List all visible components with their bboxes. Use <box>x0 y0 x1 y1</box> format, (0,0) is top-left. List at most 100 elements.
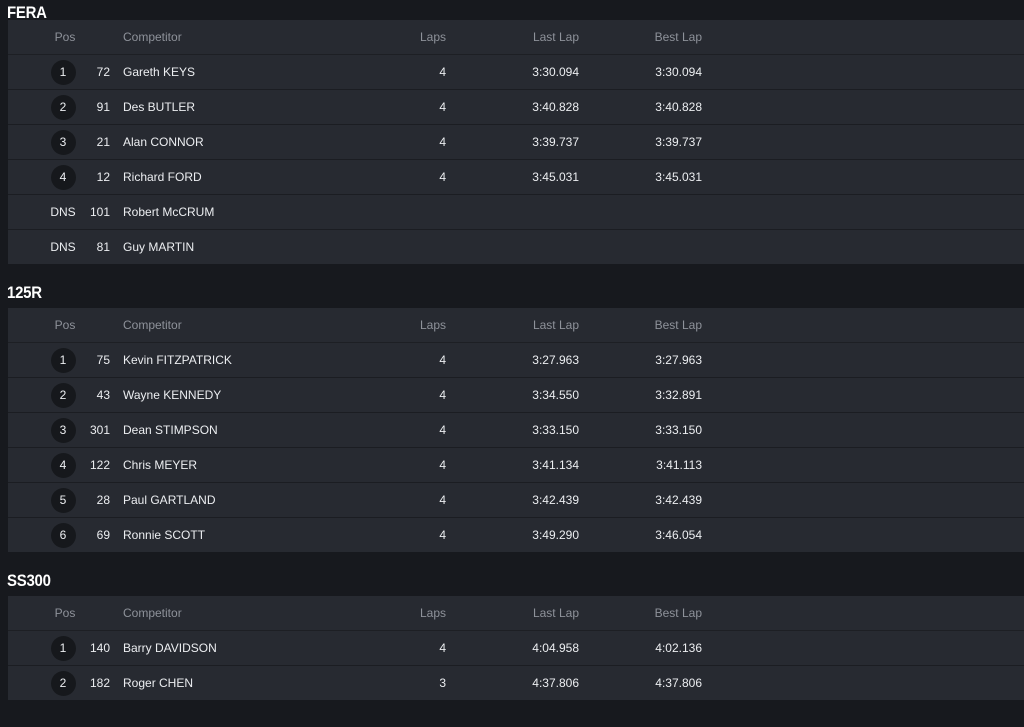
best-lap-time: 3:40.828 <box>655 100 702 114</box>
competitor-name[interactable]: Richard FORD <box>123 160 202 194</box>
column-header-last-lap[interactable]: Last Lap <box>508 20 579 54</box>
laps-value: 4 <box>439 353 446 367</box>
last-lap-time: 3:49.290 <box>532 528 579 542</box>
column-header-best-lap[interactable]: Best Lap <box>631 308 702 342</box>
table-row[interactable]: 3 301 Dean STIMPSON 4 3:33.150 3:33.150 <box>8 412 1024 447</box>
column-header-best-lap[interactable]: Best Lap <box>631 596 702 630</box>
table-row[interactable]: 4 122 Chris MEYER 4 3:41.134 3:41.113 <box>8 447 1024 482</box>
position-badge: 4 <box>50 164 76 190</box>
best-lap-time: 3:42.439 <box>655 493 702 507</box>
best-lap-time: 3:41.113 <box>656 458 702 472</box>
column-header-competitor[interactable]: Competitor <box>123 20 182 54</box>
last-lap-time: 3:41.134 <box>532 458 579 472</box>
table-row[interactable]: 2 43 Wayne KENNEDY 4 3:34.550 3:32.891 <box>8 377 1024 412</box>
position-cell: 4 <box>46 448 80 482</box>
competitor-name[interactable]: Roger CHEN <box>123 666 193 700</box>
last-lap-time <box>508 195 579 229</box>
best-lap-time: 4:02.136 <box>655 641 702 655</box>
competitor-name[interactable]: Robert McCRUM <box>123 195 214 229</box>
column-header-laps[interactable]: Laps <box>396 20 446 54</box>
competitor-name[interactable]: Gareth KEYS <box>123 55 195 89</box>
competitor-name[interactable]: Guy MARTIN <box>123 230 194 264</box>
laps-value: 4 <box>439 528 446 542</box>
competitor-name[interactable]: Chris MEYER <box>123 448 197 482</box>
laps-value: 3 <box>439 676 446 690</box>
best-lap-time: 3:39.737 <box>655 135 702 149</box>
column-header-last-lap[interactable]: Last Lap <box>508 596 579 630</box>
position-cell: 3 <box>46 125 80 159</box>
competitor-name[interactable]: Barry DAVIDSON <box>123 631 217 665</box>
position-badge: 4 <box>50 452 76 478</box>
competitor-name[interactable]: Kevin FITZPATRICK <box>123 343 232 377</box>
last-lap-time: 3:42.439 <box>532 493 579 507</box>
table-row[interactable]: 3 21 Alan CONNOR 4 3:39.737 3:39.737 <box>8 124 1024 159</box>
table-row[interactable]: 6 69 Ronnie SCOTT 4 3:49.290 3:46.054 <box>8 517 1024 552</box>
table-header: Pos Competitor Laps Last Lap Best Lap <box>8 308 1024 342</box>
laps-value: 4 <box>439 493 446 507</box>
last-lap-time: 3:45.031 <box>532 170 579 184</box>
table-row[interactable]: 2 182 Roger CHEN 3 4:37.806 4:37.806 <box>8 665 1024 700</box>
position-cell: 1 <box>46 631 80 665</box>
position-badge: 1 <box>50 59 76 85</box>
table-row[interactable]: DNS 81 Guy MARTIN <box>8 229 1024 264</box>
results-table: Pos Competitor Laps Last Lap Best Lap 1 140 Bar… <box>8 596 1024 700</box>
position-cell: DNS <box>46 195 80 229</box>
last-lap-time: 3:27.963 <box>532 353 579 367</box>
table-row[interactable]: 2 91 Des BUTLER 4 3:40.828 3:40.828 <box>8 89 1024 124</box>
position-cell: 3 <box>46 413 80 447</box>
table-row[interactable]: 1 140 Barry DAVIDSON 4 4:04.958 4:02.136 <box>8 630 1024 665</box>
table-header: Pos Competitor Laps Last Lap Best Lap <box>8 596 1024 630</box>
column-header-laps[interactable]: Laps <box>396 596 446 630</box>
table-row[interactable]: 1 75 Kevin FITZPATRICK 4 3:27.963 3:27.963 <box>8 342 1024 377</box>
column-header-best-lap[interactable]: Best Lap <box>631 20 702 54</box>
column-header-competitor[interactable]: Competitor <box>123 308 182 342</box>
competitor-name[interactable]: Des BUTLER <box>123 90 195 124</box>
race-number: 122 <box>89 458 110 472</box>
race-number: 75 <box>96 353 110 367</box>
last-lap-time: 3:40.828 <box>532 100 579 114</box>
position-cell: 2 <box>46 90 80 124</box>
table-row[interactable]: 5 28 Paul GARTLAND 4 3:42.439 3:42.439 <box>8 482 1024 517</box>
competitor-name[interactable]: Paul GARTLAND <box>123 483 215 517</box>
table-header: Pos Competitor Laps Last Lap Best Lap <box>8 20 1024 54</box>
competitor-name[interactable]: Ronnie SCOTT <box>123 518 205 552</box>
column-header-pos[interactable]: Pos <box>48 308 82 342</box>
section-title: 125R <box>7 283 42 302</box>
column-header-laps[interactable]: Laps <box>396 308 446 342</box>
last-lap-time <box>508 230 579 264</box>
laps-value: 4 <box>439 100 446 114</box>
laps-value <box>396 230 446 264</box>
position-status: DNS <box>50 205 76 219</box>
position-cell: 5 <box>46 483 80 517</box>
table-row[interactable]: DNS 101 Robert McCRUM <box>8 194 1024 229</box>
column-header-last-lap[interactable]: Last Lap <box>508 308 579 342</box>
position-cell: 2 <box>46 666 80 700</box>
best-lap-time: 3:45.031 <box>655 170 702 184</box>
race-number: 182 <box>89 676 110 690</box>
race-number: 140 <box>89 641 110 655</box>
position-badge: 3 <box>50 417 76 443</box>
column-header-competitor[interactable]: Competitor <box>123 596 182 630</box>
competitor-name[interactable]: Dean STIMPSON <box>123 413 218 447</box>
best-lap-time: 3:46.054 <box>655 528 702 542</box>
last-lap-time: 3:34.550 <box>532 388 579 402</box>
best-lap-time: 4:37.806 <box>655 676 702 690</box>
laps-value: 4 <box>439 458 446 472</box>
position-badge: 6 <box>50 522 76 548</box>
position-badge: 1 <box>50 635 76 661</box>
competitor-name[interactable]: Wayne KENNEDY <box>123 378 221 412</box>
table-row[interactable]: 4 12 Richard FORD 4 3:45.031 3:45.031 <box>8 159 1024 194</box>
laps-value: 4 <box>439 135 446 149</box>
position-cell: 4 <box>46 160 80 194</box>
position-cell: DNS <box>46 230 80 264</box>
section-title: SS300 <box>7 571 51 590</box>
column-header-pos[interactable]: Pos <box>48 596 82 630</box>
column-header-pos[interactable]: Pos <box>48 20 82 54</box>
best-lap-time: 3:30.094 <box>655 65 702 79</box>
section-title: FERA <box>7 3 47 22</box>
position-cell: 1 <box>46 55 80 89</box>
competitor-name[interactable]: Alan CONNOR <box>123 125 204 159</box>
table-row[interactable]: 1 72 Gareth KEYS 4 3:30.094 3:30.094 <box>8 54 1024 89</box>
